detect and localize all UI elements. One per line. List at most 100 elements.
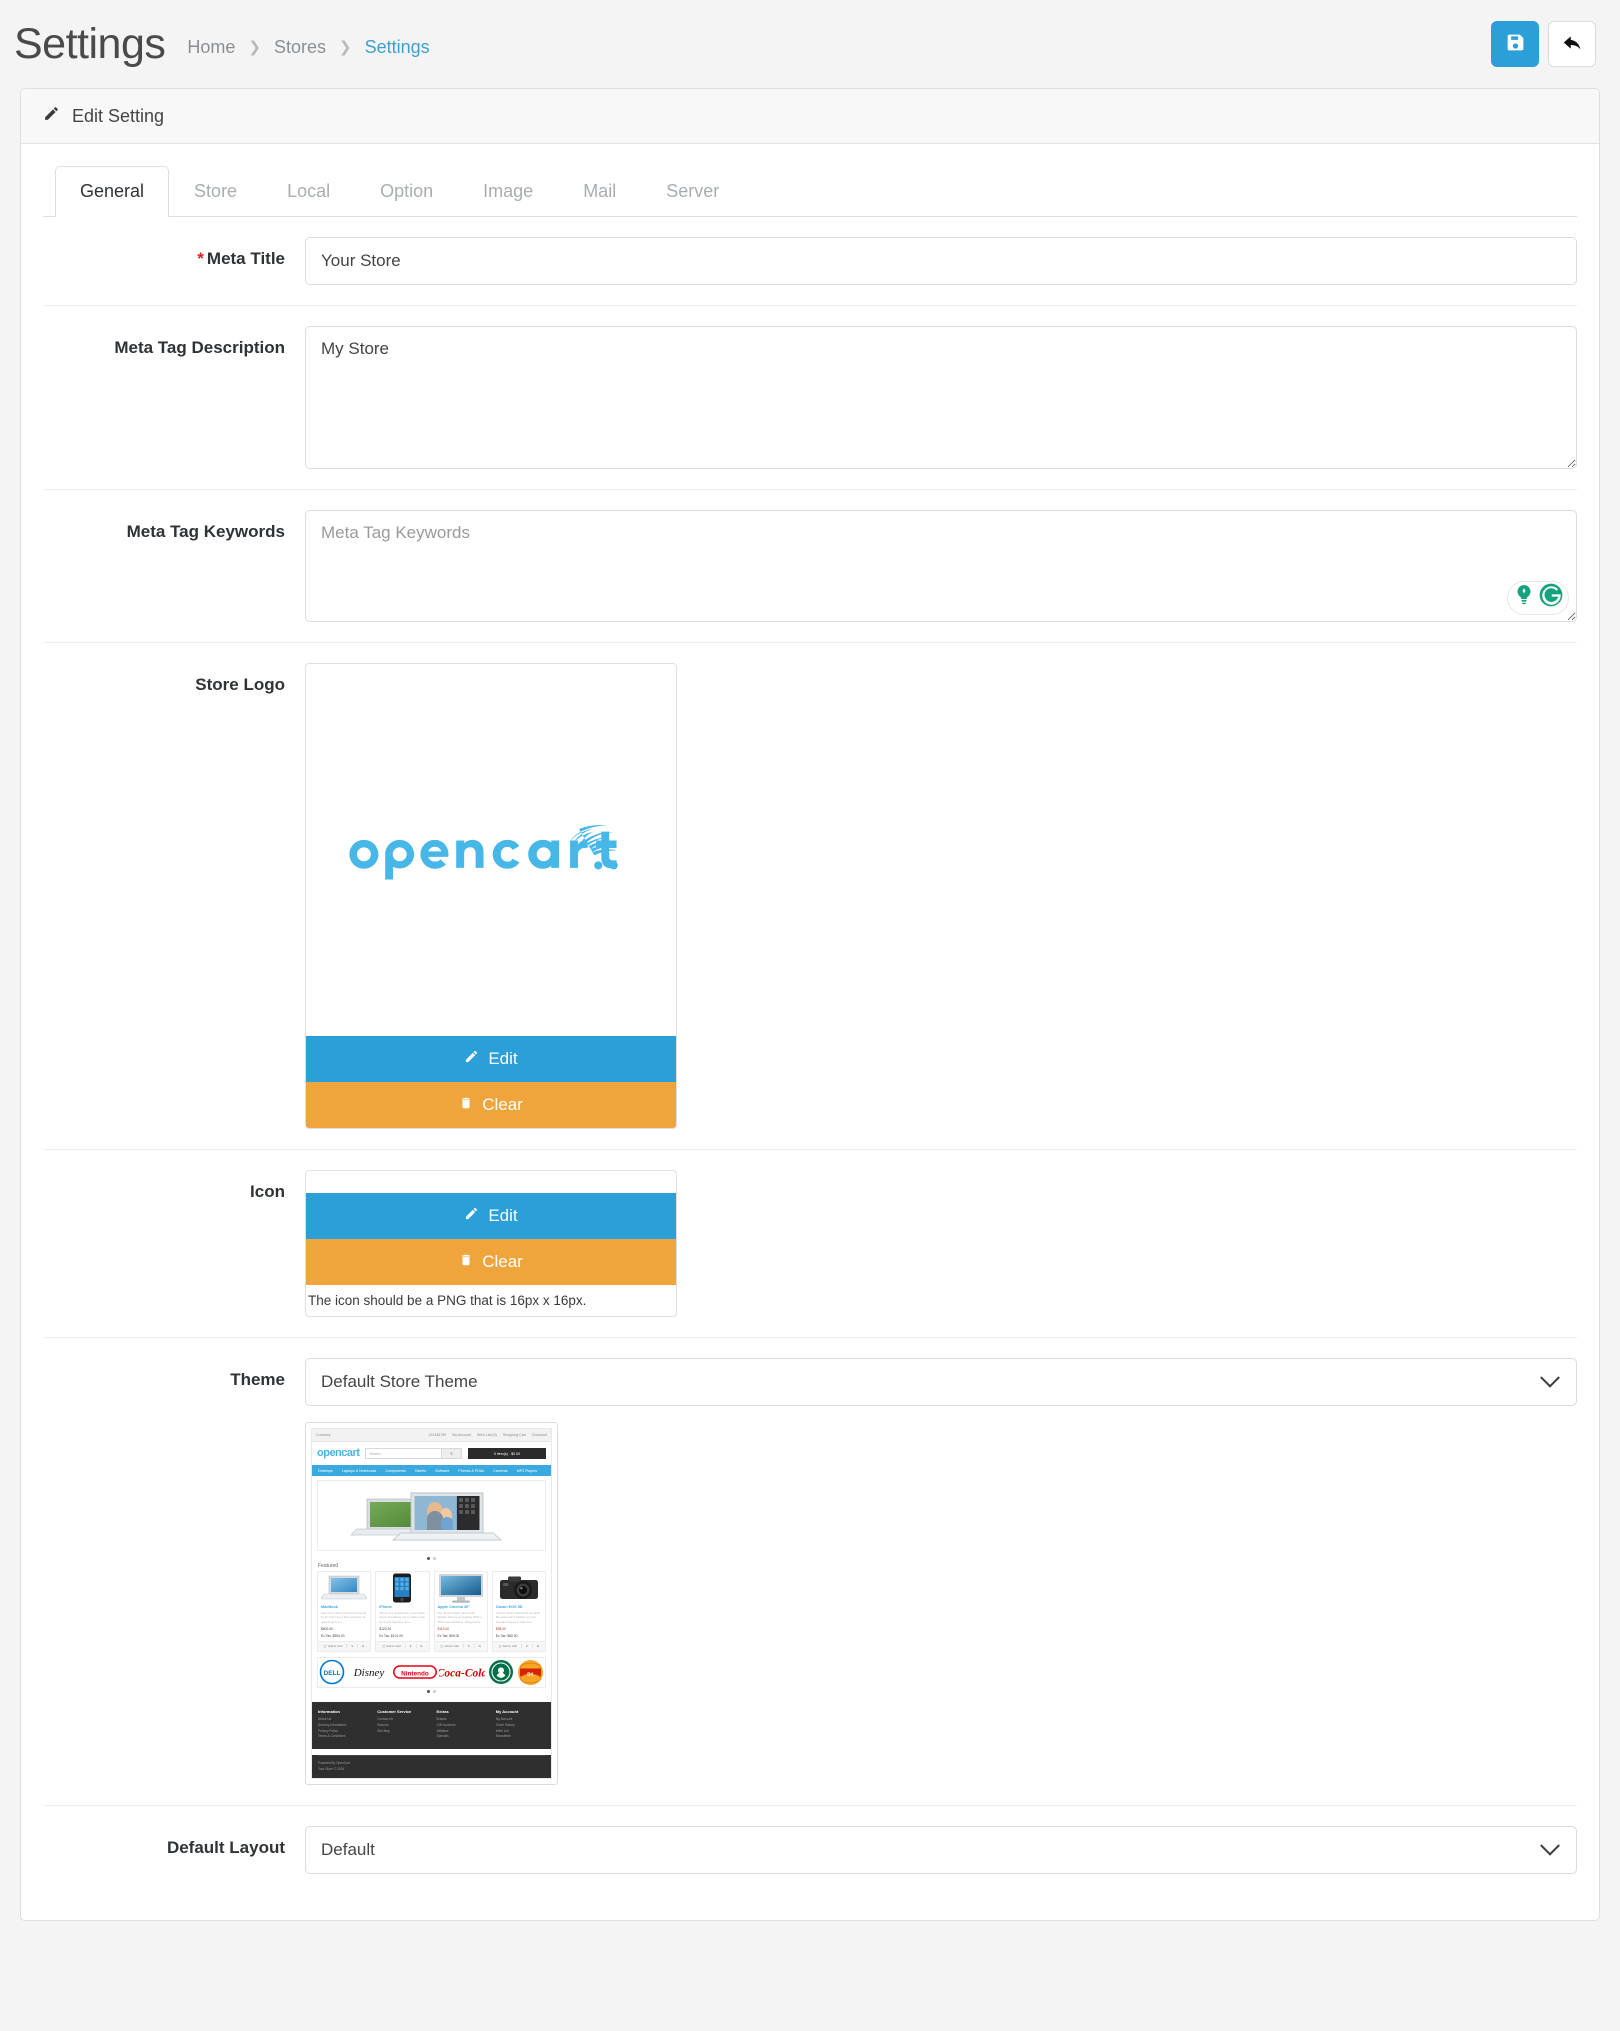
trash-icon: [459, 1252, 473, 1272]
chevron-down-icon: [1540, 1836, 1560, 1856]
store-logo-clear-button[interactable]: Clear: [306, 1081, 676, 1128]
macbook-thumb-icon: [318, 1572, 370, 1603]
tab-server[interactable]: Server: [641, 166, 744, 217]
svg-text:Coca-Cola: Coca-Cola: [439, 1668, 485, 1680]
default-layout-select[interactable]: Default: [305, 1826, 1577, 1875]
carousel-dot: [433, 1689, 436, 1693]
icon-help-text: The icon should be a PNG that is 16px x …: [308, 1292, 587, 1308]
store-logo-widget: Edit Clear: [305, 662, 677, 1129]
nintendo-logo-icon: Nintendo: [392, 1665, 437, 1679]
heart-icon: ♥: [346, 1644, 357, 1649]
meta-title-label-text: Meta Title: [206, 248, 285, 268]
preview-nav-item: MP3 Players: [516, 1468, 538, 1473]
meta-description-textarea[interactable]: My Store: [305, 325, 1577, 469]
icon-edit-button[interactable]: Edit: [306, 1192, 676, 1239]
preview-nav-item: Cameras: [493, 1468, 508, 1473]
theme-preview-thumbnail[interactable]: Currency 123456789 My Account Wish List …: [305, 1422, 558, 1786]
breadcrumb-item-settings[interactable]: Settings: [363, 37, 432, 58]
preview-footer-heading: Customer Service: [377, 1708, 412, 1714]
store-logo-preview[interactable]: [306, 663, 676, 1036]
heart-icon: ♥: [462, 1644, 474, 1649]
svg-text:Nintendo: Nintendo: [401, 1671, 429, 1678]
edit-setting-panel: Edit Setting General Store Local Option …: [20, 88, 1600, 1922]
breadcrumb-item-stores[interactable]: Stores: [272, 37, 328, 58]
theme-selected-value: Default Store Theme: [321, 1372, 478, 1392]
tab-store[interactable]: Store: [169, 166, 262, 217]
breadcrumb-item-home[interactable]: Home: [185, 37, 237, 58]
preview-topbar-checkout: Checkout: [531, 1433, 547, 1438]
preview-cart-button: 0 item(s) - $0.00: [468, 1448, 546, 1460]
store-logo-label: Store Logo: [195, 674, 285, 694]
icon-edit-label: Edit: [488, 1205, 518, 1225]
form-row-theme: Theme Default Store Theme Currency 12345…: [43, 1338, 1577, 1807]
back-button[interactable]: [1548, 21, 1596, 67]
theme-label: Theme: [230, 1370, 285, 1390]
preview-nav-item: Components: [385, 1468, 406, 1473]
page-header: Settings Home ❯ Stores ❯ Settings: [0, 0, 1620, 88]
form-row-store-logo: Store Logo Edit Clear: [43, 643, 1577, 1150]
form-row-icon: Icon Edit Clear The icon should be a PNG…: [43, 1150, 1577, 1339]
save-button[interactable]: [1491, 21, 1539, 67]
camera-thumb-icon: [493, 1572, 545, 1603]
tab-option[interactable]: Option: [355, 166, 458, 217]
icon-clear-button[interactable]: Clear: [306, 1238, 676, 1285]
icon-preview[interactable]: [306, 1170, 676, 1193]
preview-product-name: Canon EOS 5D: [495, 1605, 523, 1610]
grammarly-widget[interactable]: [1507, 580, 1569, 615]
form-row-default-layout: Default Layout Default: [43, 1806, 1577, 1894]
preview-product-name: MacBook: [321, 1605, 338, 1610]
search-icon: ⚲: [441, 1449, 461, 1459]
meta-keywords-textarea[interactable]: [305, 509, 1577, 622]
preview-product-card: MacBook Intel Core 2 Duo processor Power…: [317, 1571, 372, 1652]
theme-select[interactable]: Default Store Theme: [305, 1358, 1577, 1407]
preview-product-desc: Canon's press material for the EOS 5D st…: [495, 1611, 540, 1624]
macbook-hero-image: [350, 1492, 503, 1541]
preview-product-tax: Ex Tax: $101.00: [379, 1633, 403, 1638]
preview-product-card: Canon EOS 5D Canon's press material for …: [491, 1571, 546, 1652]
preview-footer-link: Site Map: [377, 1728, 390, 1733]
trash-icon: [459, 1095, 473, 1115]
starbucks-logo-icon: [488, 1660, 513, 1685]
store-logo-edit-label: Edit: [488, 1048, 518, 1068]
preview-product-desc: Intel Core 2 Duo processor Powered by an…: [321, 1611, 367, 1624]
compare-icon: ⇆: [357, 1644, 368, 1649]
preview-currency: Currency: [316, 1433, 331, 1438]
preview-brand-dots: [312, 1688, 551, 1696]
grammarly-g-icon[interactable]: [1538, 582, 1564, 613]
preview-product-grid: MacBook Intel Core 2 Duo processor Power…: [312, 1571, 551, 1652]
preview-product-card: Apple Cinema 30" The 30-inch Apple Cinem…: [433, 1571, 488, 1652]
preview-logo: opencart: [317, 1447, 360, 1460]
breadcrumb: Home ❯ Stores ❯ Settings: [185, 37, 431, 58]
heart-icon: ♥: [404, 1644, 416, 1649]
tab-mail[interactable]: Mail: [558, 166, 641, 217]
burgerking-logo-icon: BK: [517, 1659, 543, 1685]
tab-image[interactable]: Image: [458, 166, 558, 217]
preview-search-input: Search ⚲: [365, 1448, 462, 1460]
carousel-dot: [427, 1557, 430, 1561]
preview-product-price: $123.20: [379, 1626, 392, 1631]
store-logo-edit-button[interactable]: Edit: [306, 1035, 676, 1082]
svg-text:DELL: DELL: [324, 1670, 341, 1677]
compare-icon: ⇆: [532, 1644, 543, 1649]
preview-nav-item: Laptops & Notebooks: [341, 1468, 377, 1473]
preview-product-tax: Ex Tax: $500.00: [321, 1633, 345, 1638]
panel-heading-label: Edit Setting: [72, 105, 165, 126]
settings-tabs: General Store Local Option Image Mail Se…: [43, 166, 1577, 217]
grammarly-lightbulb-icon[interactable]: [1512, 583, 1536, 612]
tab-general[interactable]: General: [55, 166, 170, 217]
preview-topbar: Currency 123456789 My Account Wish List …: [312, 1429, 551, 1443]
header-actions: [1491, 21, 1596, 67]
preview-footer-heading: My Account: [495, 1708, 519, 1714]
page-title: Settings: [14, 19, 166, 68]
tab-local[interactable]: Local: [262, 166, 355, 217]
panel-body: General Store Local Option Image Mail Se…: [21, 144, 1599, 1920]
form-row-meta-description: Meta Tag Description My Store: [43, 306, 1577, 490]
preview-featured-title: Featured: [318, 1563, 339, 1570]
svg-text:Disney: Disney: [353, 1667, 385, 1679]
preview-header: opencart Search ⚲ 0 item(s) - $0.00: [312, 1442, 551, 1466]
store-logo-clear-label: Clear: [482, 1094, 523, 1114]
preview-footer-bottom: Powered By OpenCart Your Store © 2024: [318, 1755, 545, 1772]
disney-logo-icon: Disney: [353, 1667, 385, 1679]
default-layout-selected-value: Default: [321, 1840, 375, 1860]
meta-title-input[interactable]: [305, 236, 1577, 285]
